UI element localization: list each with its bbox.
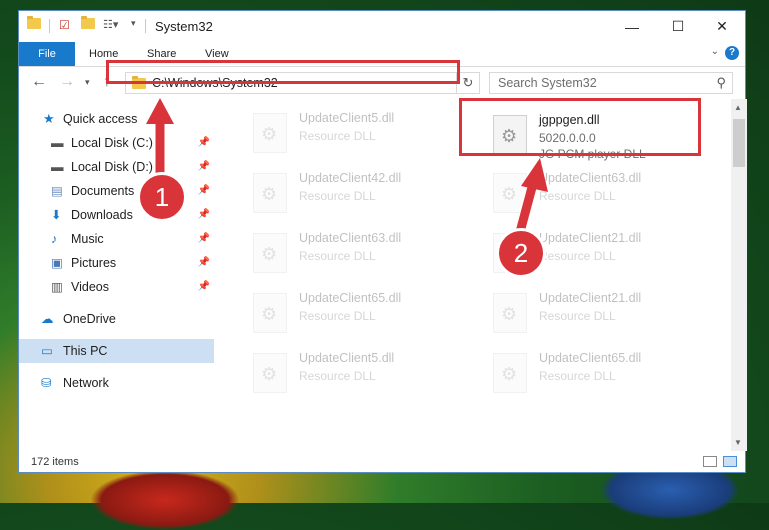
search-input[interactable]: Search System32 ⚲ [489,72,733,94]
address-bar-highlight [106,60,460,84]
list-item[interactable]: UpdateClient65.dll Resource DLL [243,287,473,343]
customize-toolbar-icon[interactable]: ☷▾ [103,18,118,31]
videos-icon: ▥ [51,280,63,294]
scroll-down-icon[interactable]: ▼ [734,438,742,447]
dll-file-icon [493,293,527,333]
scroll-up-icon[interactable]: ▲ [734,103,742,112]
details-view-icon[interactable] [703,456,717,467]
recent-dropdown-icon[interactable]: ▾ [85,77,90,88]
dll-file-icon [253,233,287,273]
computer-icon: ▭ [41,344,53,358]
file-highlight [459,98,701,156]
properties-icon[interactable]: ☑ [59,18,70,32]
pin-icon: 📌 [197,137,210,148]
expand-ribbon-icon[interactable]: ⌄ [711,46,719,57]
download-icon: ⬇ [51,208,62,222]
list-item[interactable]: UpdateClient63.dll Resource DLL [483,167,713,223]
sidebar-item-this-pc[interactable]: ▭ This PC [19,339,214,363]
dll-file-icon [253,173,287,213]
large-icons-view-icon[interactable] [723,456,737,467]
back-arrow-icon[interactable]: ← [31,73,47,91]
sidebar-item-onedrive[interactable]: ☁ OneDrive [19,307,214,331]
close-button[interactable]: ✕ [699,11,745,42]
help-icon[interactable]: ? [725,46,739,60]
music-icon: ♪ [51,232,58,246]
cloud-icon: ☁ [41,312,54,326]
dll-file-icon [253,113,287,153]
drive-icon: ▬ [51,136,64,150]
list-item[interactable]: UpdateClient65.dll Resource DLL [483,347,713,403]
dll-file-icon [253,293,287,333]
list-item[interactable]: UpdateClient42.dll Resource DLL [243,167,473,223]
sidebar-item-local-disk-d[interactable]: ▬ Local Disk (D:) 📌 [19,155,214,179]
list-item[interactable]: UpdateClient21.dll Resource DLL [483,287,713,343]
new-folder-icon[interactable] [81,16,95,29]
documents-icon: ▤ [51,184,63,198]
tab-file[interactable]: File [19,42,75,66]
sidebar-item-network[interactable]: ⛁ Network [19,371,214,395]
title-bar: ☑ ☷▾ ▾ System32 — ☐ ✕ [19,11,745,42]
minimize-button[interactable]: — [609,11,655,42]
pin-icon: 📌 [197,161,210,172]
callout-badge-1: 1 [137,172,187,222]
pin-icon: 📌 [197,257,210,268]
dll-file-icon [493,353,527,393]
sidebar-item-quick-access[interactable]: ★ Quick access [19,107,214,131]
wallpaper-parrot-red [90,470,240,530]
scroll-thumb[interactable] [733,119,745,167]
search-icon[interactable]: ⚲ [716,75,726,91]
pin-icon: 📌 [197,209,210,220]
vertical-scrollbar[interactable]: ▲ ▼ [731,99,747,451]
qa-dropdown-icon[interactable]: ▾ [131,18,136,29]
status-bar: 172 items [19,451,745,473]
dll-file-icon [493,173,527,213]
sidebar-item-music[interactable]: ♪ Music 📌 [19,227,214,251]
dll-file-icon [253,353,287,393]
pin-icon: 📌 [197,185,210,196]
search-placeholder: Search System32 [498,76,597,90]
sidebar-item-pictures[interactable]: ▣ Pictures 📌 [19,251,214,275]
list-item[interactable]: UpdateClient63.dll Resource DLL [243,227,473,283]
callout-badge-2: 2 [496,228,546,278]
sidebar-item-videos[interactable]: ▥ Videos 📌 [19,275,214,299]
item-count: 172 items [31,456,79,468]
star-icon: ★ [43,111,55,126]
pictures-icon: ▣ [51,256,63,270]
list-item[interactable]: UpdateClient5.dll Resource DLL [243,347,473,403]
pin-icon: 📌 [197,233,210,244]
maximize-button[interactable]: ☐ [655,11,701,42]
forward-arrow-icon[interactable]: → [59,73,75,91]
navigation-pane: ★ Quick access ▬ Local Disk (C:) 📌 ▬ Loc… [19,99,214,451]
window-title: System32 [155,19,213,34]
sidebar-item-local-disk-c[interactable]: ▬ Local Disk (C:) 📌 [19,131,214,155]
folder-icon[interactable] [27,16,41,29]
drive-icon: ▬ [51,160,64,174]
pin-icon: 📌 [197,281,210,292]
list-item[interactable]: UpdateClient5.dll Resource DLL [243,107,473,163]
network-icon: ⛁ [41,376,52,390]
